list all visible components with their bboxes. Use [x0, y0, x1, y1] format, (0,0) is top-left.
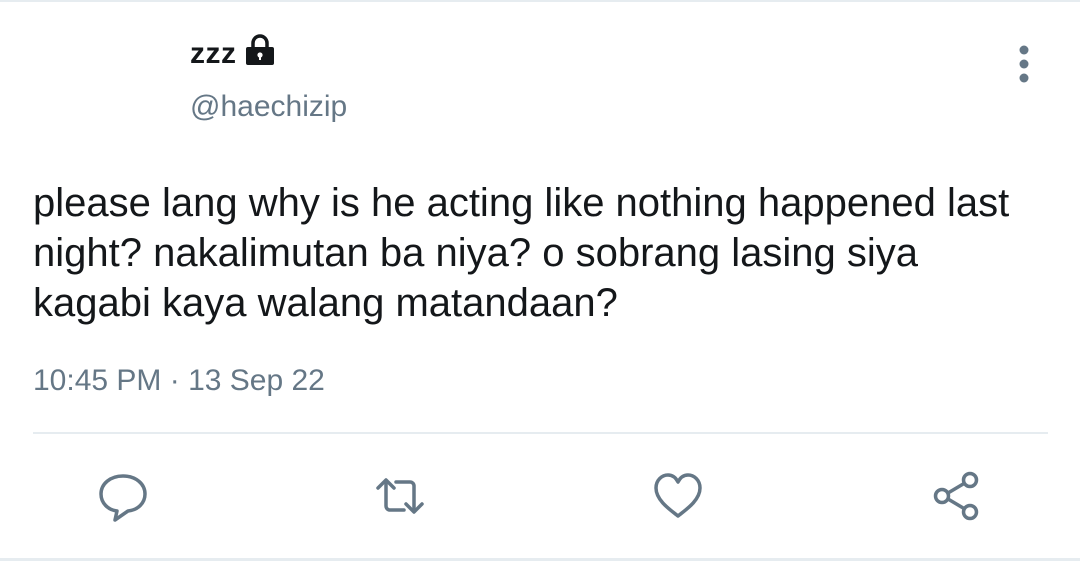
like-button[interactable]: [648, 466, 708, 526]
share-button[interactable]: [926, 466, 986, 526]
retweet-button[interactable]: [370, 466, 430, 526]
author-name-row[interactable]: zzz: [190, 34, 277, 74]
display-name: zzz: [190, 37, 237, 70]
divider: [33, 432, 1048, 434]
reply-button[interactable]: [93, 466, 153, 526]
share-icon: [933, 471, 979, 521]
tweet-text: please lang why is he acting like nothin…: [33, 181, 1010, 325]
retweet-icon: [376, 478, 424, 514]
more-vertical-icon[interactable]: [1006, 44, 1042, 84]
tweet-timestamp[interactable]: 10:45 PM · 13 Sep 22: [33, 364, 325, 398]
heart-icon: [654, 473, 702, 518]
reply-icon: [99, 474, 147, 522]
lock-icon: [243, 34, 277, 66]
top-border: [0, 0, 1080, 2]
user-handle[interactable]: @haechizip: [190, 90, 347, 124]
